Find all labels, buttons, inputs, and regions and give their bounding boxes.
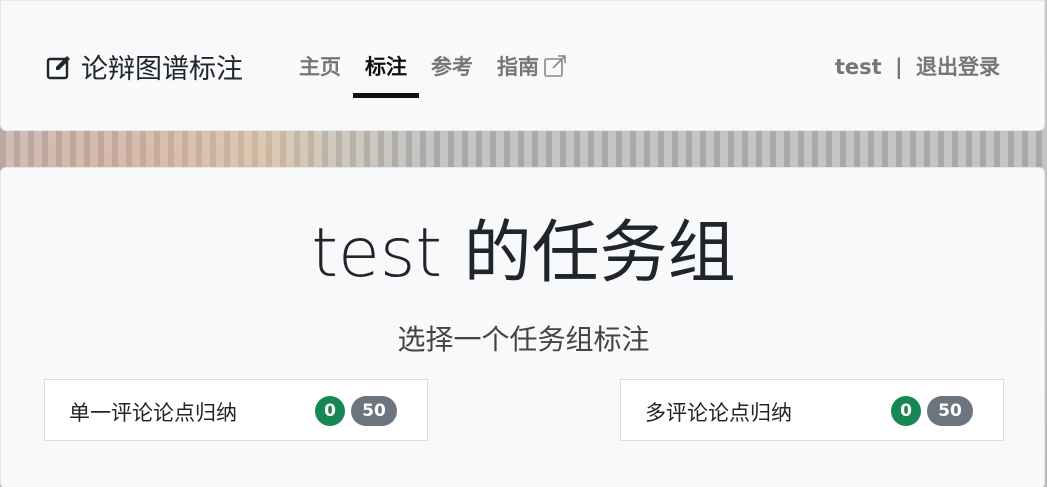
- task-group-badges: 0 50: [315, 396, 397, 426]
- done-count-badge: 0: [315, 396, 345, 426]
- nav-item-reference[interactable]: 参考: [419, 41, 485, 95]
- user-separator: |: [895, 55, 903, 79]
- task-group-card-single[interactable]: 单一评论论点归纳 0 50: [44, 379, 428, 441]
- username-link[interactable]: test: [835, 55, 882, 79]
- done-count-badge: 0: [891, 396, 921, 426]
- nav-item-guide[interactable]: 指南: [485, 41, 579, 95]
- nav-item-label: 参考: [431, 55, 473, 79]
- task-group-panel: test 的任务组 选择一个任务组标注 单一评论论点归纳 0 50 多评论论点归…: [0, 167, 1045, 487]
- page-subtitle: 选择一个任务组标注: [397, 323, 650, 356]
- page-title: test 的任务组: [311, 214, 736, 293]
- total-count-badge: 50: [927, 396, 973, 426]
- navbar: 论辩图谱标注 主页 标注 参考 指南 test | 退出登录: [0, 0, 1045, 131]
- task-group-badges: 0 50: [891, 396, 973, 426]
- nav-item-label: 主页: [299, 55, 341, 79]
- task-group-card-multi[interactable]: 多评论论点归纳 0 50: [620, 379, 1004, 441]
- task-group-label: 多评论论点归纳: [645, 401, 792, 425]
- edit-icon: [45, 53, 73, 81]
- nav-item-label: 指南: [497, 55, 539, 79]
- total-count-badge: 50: [351, 396, 397, 426]
- nav-item-home[interactable]: 主页: [287, 41, 353, 95]
- nav-item-annotate[interactable]: 标注: [353, 41, 419, 98]
- user-area: test | 退出登录: [835, 51, 1000, 81]
- brand[interactable]: 论辩图谱标注: [45, 47, 243, 86]
- external-link-icon: [543, 54, 567, 78]
- nav-item-label: 标注: [365, 55, 407, 79]
- brand-title: 论辩图谱标注: [81, 54, 243, 85]
- logout-link[interactable]: 退出登录: [916, 55, 1000, 79]
- task-group-label: 单一评论论点归纳: [69, 401, 237, 425]
- main-nav: 主页 标注 参考 指南: [287, 41, 579, 98]
